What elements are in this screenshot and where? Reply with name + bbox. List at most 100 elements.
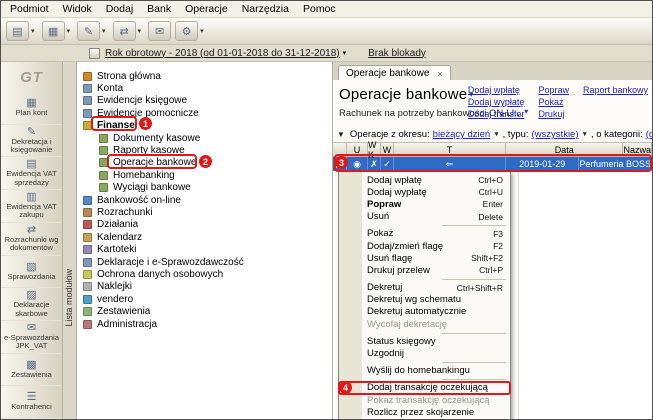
context-menu-item[interactable]: Rozlicz przez skojarzenie [339,406,510,418]
bank-operations-icon[interactable]: ⇄ ▾ [113,21,145,41]
context-menu-item[interactable]: Dodaj/zmień flagę F2 [339,240,510,252]
table-header-cell[interactable]: W [381,143,394,157]
table-cell: ✓ [381,157,394,171]
menu-item[interactable]: Widok [56,2,99,16]
tree-item-operacje-bankowe[interactable]: Operacje bankowe [77,157,332,169]
module-item-dekretacja[interactable]: ✎ Dekretacja i księgowanie [1,125,62,158]
module-item-vat-sprzedazy[interactable]: ▤ Ewidencja VAT sprzedaży [1,157,62,190]
table-header-cell[interactable]: W K [368,143,381,157]
documents-icon[interactable]: ▦ ▾ [42,21,74,41]
tree-item[interactable]: Raporty kasowe [77,144,332,156]
context-menu-item[interactable]: Pokaż F3 [339,228,510,240]
action-link[interactable]: Pokaż [538,97,569,107]
tree-item[interactable]: Zestawienia [77,305,332,317]
filter-icon[interactable]: ▼ [337,130,345,139]
tree-item[interactable]: Deklaracje i e-Sprawozdawczość [77,256,332,268]
chevron-down-icon[interactable]: ▾ [31,27,35,35]
module-item-sprawozdania[interactable]: ▧ Sprawozdania [1,256,62,289]
context-menu-item[interactable]: Dodaj wypłatę Ctrl+U [339,186,510,198]
chevron-down-icon[interactable]: ▾ [102,27,106,35]
sub-toolbar: Rok obrotowy - 2018 (od 01-01-2018 do 31… [1,45,652,62]
table-header-cell[interactable] [333,143,347,157]
context-menu-item[interactable]: Usuń flagę Shift+F2 [339,252,510,264]
tree-item[interactable]: Homebanking [77,169,332,181]
chevron-down-icon[interactable]: ▾ [343,49,347,57]
context-menu-item: Pokaż transakcję oczekującą [339,394,510,406]
tree-item[interactable]: vendero [77,293,332,305]
tree-item[interactable]: Administracja [77,318,332,330]
context-menu-item[interactable]: Dekretuj wg schematu [339,294,510,306]
table-header-cell[interactable]: Nazwa [623,143,652,157]
menu-item[interactable]: Narzędzia [235,2,296,16]
tree-item[interactable]: Rozrachunki [77,206,332,218]
action-link[interactable]: Dodaj wpłatę [468,85,525,95]
add-document-icon[interactable]: ▤ ▾ [6,21,38,41]
menu-item[interactable]: Pomoc [296,2,343,16]
context-menu-item[interactable]: Dekretuj Ctrl+Shift+R [339,282,510,294]
context-menu-item-label: Dodaj/zmień flagę [367,241,487,252]
context-menu-item[interactable]: Dodaj wpłatę Ctrl+O [339,174,510,186]
tree-item[interactable]: Ochrona danych osobowych [77,268,332,280]
action-link[interactable]: Popraw [538,85,569,95]
filter-category-link[interactable]: (dowolna) [646,129,652,140]
table-row-selected[interactable]: ▶◉✗✓⇐2019-01-29Perfumeria BOSS [333,157,652,171]
module-item-kontrahenci[interactable]: ☰ Kontrahenci [1,386,62,419]
tree-item-finanse[interactable]: Finanse [77,120,332,132]
chevron-down-icon[interactable]: ▾ [138,27,142,35]
tree-item[interactable]: Działania [77,219,332,231]
context-menu-item[interactable]: Status księgowy [339,335,510,347]
side-tab-lista-modulow[interactable]: Lista modułów [63,62,77,419]
module-item-deklaracje[interactable]: ▨ Deklaracje skarbowe [1,288,62,321]
context-menu-item: Wycofaj dekretację [339,318,510,330]
edit-icon[interactable]: ✎ ▾ [77,21,109,41]
tree-item[interactable]: Konta [77,82,332,94]
tree-item[interactable]: Ewidencje pomocnicze [77,107,332,119]
context-menu-item[interactable]: Uzgodnij [339,347,510,359]
context-menu-item[interactable]: Wyślij do homebankingu [339,365,510,377]
mail-icon[interactable]: ✉ ▾ [148,21,171,41]
menu-item[interactable]: Operacje [178,2,235,16]
toolbar-icon: ⚙ [175,21,198,41]
menu-item[interactable]: Bank [140,2,178,16]
tree-item[interactable]: Bankowość on-line [77,194,332,206]
chevron-down-icon[interactable]: ▼ [582,131,588,138]
table-header-cell[interactable]: T [394,143,506,157]
close-icon[interactable]: × [437,69,442,79]
menu-item-dodaj-transakcje-oczekujaca[interactable]: Dodaj transakcję oczekującą [339,382,510,394]
chevron-down-icon[interactable]: ▼ [493,131,499,138]
chevron-down-icon[interactable]: ▾ [200,27,204,35]
action-link[interactable]: Dodaj wypłatę [468,97,525,107]
tree-item[interactable]: Naklejki [77,281,332,293]
action-link[interactable]: Drukuj [538,109,569,119]
chevron-down-icon[interactable]: ▾ [67,27,71,35]
context-menu-item[interactable]: Drukuj przelew Ctrl+P [339,264,510,276]
menu-item[interactable]: Podmiot [3,2,56,16]
settings-icon[interactable]: ⚙ ▾ [175,21,207,41]
fiscal-year-selector[interactable]: Rok obrotowy - 2018 (od 01-01-2018 do 31… [105,48,340,59]
tree-item[interactable]: Kartoteki [77,243,332,255]
module-item-zestawienia[interactable]: ▩ Zestawienia [1,354,62,387]
tree-item[interactable]: Ewidencje księgowe [77,95,332,107]
module-item-rozrachunki[interactable]: ⇄ Rozrachunki wg dokumentów [1,223,62,256]
tree-item[interactable]: Kalendarz [77,231,332,243]
tree-item[interactable]: Dokumenty kasowe [77,132,332,144]
module-item-jpk-vat[interactable]: ✉ e-Sprawozdania JPK_VAT [1,321,62,354]
filter-type-link[interactable]: (wszystkie) [532,129,579,140]
table-header-cell[interactable]: U [347,143,368,157]
action-link[interactable]: Dodaj transfer [468,109,525,119]
context-menu-item[interactable]: Usuń Delete [339,211,510,223]
action-link[interactable]: Raport bankowy [583,85,648,95]
menu-item[interactable]: Dodaj [99,2,140,16]
context-menu-item[interactable]: Dekretuj automatycznie [339,306,510,318]
module-item-vat-zakupu[interactable]: ▥ Ewidencja VAT zakupu [1,190,62,223]
tab-operacje-bankowe[interactable]: Operacje bankowe × [338,65,451,80]
tree-item-icon [83,96,92,105]
context-menu-item-label: Rozlicz przez skojarzenie [367,407,497,418]
module-item-plan-kont[interactable]: ▦ Plan kont [1,92,62,125]
filter-period-link[interactable]: bieżący dzień [433,129,491,140]
lock-status-link[interactable]: Brak blokady [368,48,426,59]
table-header-cell[interactable]: Data [506,143,623,157]
tree-item[interactable]: Strona główna [77,70,332,82]
context-menu-item[interactable]: Popraw Enter [339,198,510,210]
tree-item[interactable]: Wyciągi bankowe [77,182,332,194]
